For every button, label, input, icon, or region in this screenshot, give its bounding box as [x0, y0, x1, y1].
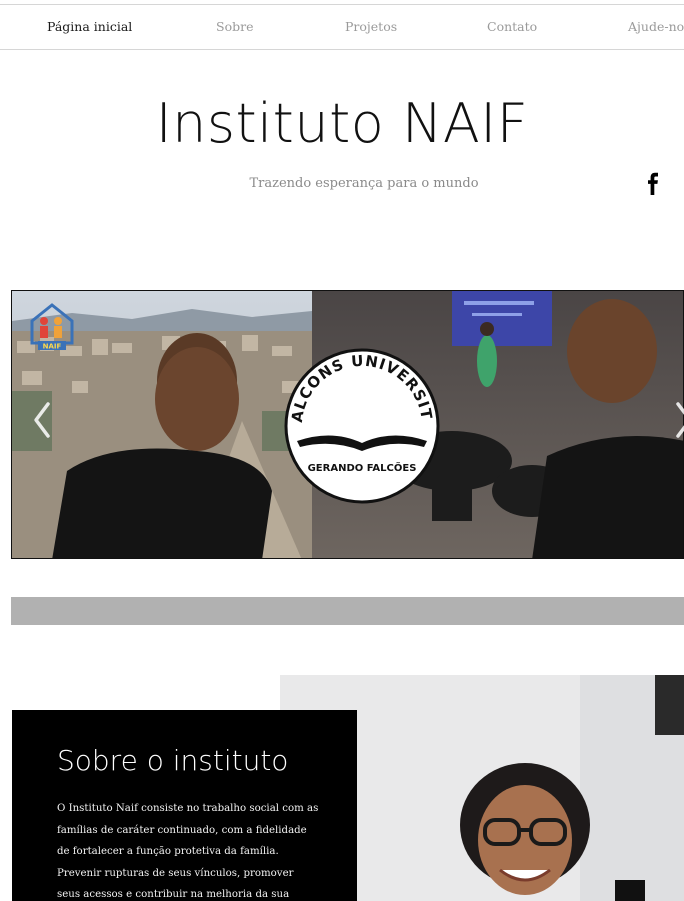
about-title: Sobre o instituto [57, 744, 289, 777]
nav-link-projetos[interactable]: Projetos [345, 5, 397, 49]
nav-link-ajude-nos[interactable]: Ajude-nos [628, 5, 684, 49]
about-text: O Instituto Naif consiste no trabalho so… [57, 803, 319, 901]
chevron-left-icon[interactable] [30, 400, 54, 440]
facebook-icon[interactable] [644, 172, 662, 196]
nav-link-contato[interactable]: Contato [487, 5, 537, 49]
hero-slideshow[interactable]: NAIF FALCONS UNIVERSITY GERANDO FALCÕES [11, 290, 684, 559]
slide-image: NAIF FALCONS UNIVERSITY GERANDO FALCÕES [12, 291, 683, 558]
about-section: Sobre o instituto O Instituto Naif consi… [12, 710, 357, 901]
top-navigation: Página inicial Sobre Projetos Contato Aj… [0, 4, 684, 50]
nav-link-sobre[interactable]: Sobre [216, 5, 253, 49]
site-title: Instituto NAIF [155, 92, 529, 155]
logo-text: NAIF [43, 343, 62, 351]
divider-band [11, 597, 684, 625]
nav-link-pagina-inicial[interactable]: Página inicial [47, 5, 132, 49]
chevron-right-icon[interactable] [672, 400, 684, 440]
badge-bottom-text: GERANDO FALCÕES [308, 461, 417, 474]
site-tagline: Trazendo esperança para o mundo [249, 176, 479, 191]
